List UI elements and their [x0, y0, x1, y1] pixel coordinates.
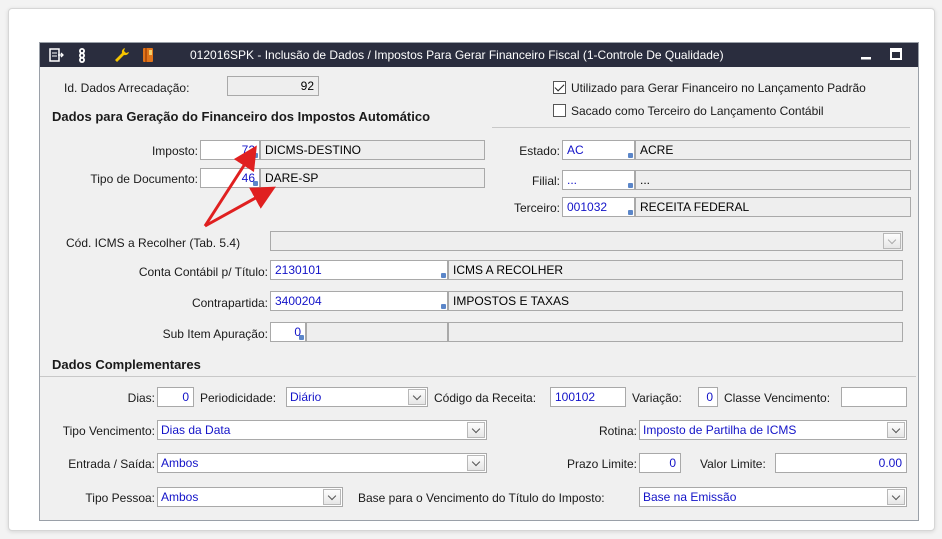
entrada-saida-select[interactable]: Ambos: [157, 453, 487, 473]
sub-item-label: Sub Item Apuração:: [162, 327, 268, 341]
terceiro-label: Terceiro:: [513, 201, 560, 215]
estado-label: Estado:: [519, 144, 560, 158]
sub-item-code-input[interactable]: 0: [270, 322, 306, 342]
tipo-vencimento-label: Tipo Vencimento:: [62, 424, 155, 438]
tipo-vencimento-value: Dias da Data: [161, 423, 231, 437]
variacao-label: Variação:: [632, 391, 682, 405]
tipo-documento-label: Tipo de Documento:: [90, 172, 198, 186]
codigo-receita-label: Código da Receita:: [434, 391, 537, 405]
contrapartida-desc-field: IMPOSTOS E TAXAS: [448, 291, 903, 311]
sub-item-desc-field: [306, 322, 448, 342]
title-bar: 012016SPK - Inclusão de Dados / Impostos…: [40, 43, 918, 67]
cod-icms-select: [270, 231, 903, 251]
terceiro-code-input[interactable]: 001032: [562, 197, 635, 217]
chevron-down-icon[interactable]: [323, 489, 341, 505]
section-title-geracao: Dados para Geração do Financeiro dos Imp…: [52, 109, 431, 124]
book-icon[interactable]: [140, 47, 156, 63]
entrada-saida-value: Ambos: [161, 456, 199, 470]
base-vencimento-label: Base para o Vencimento do Título do Impo…: [358, 491, 605, 505]
valor-limite-input[interactable]: 0.00: [775, 453, 907, 473]
maximize-icon[interactable]: [886, 46, 906, 64]
conta-contabil-label: Conta Contábil p/ Título:: [138, 265, 268, 279]
dias-label: Dias:: [127, 391, 155, 405]
conta-contabil-code-input[interactable]: 2130101: [270, 260, 448, 280]
contrapartida-code-input[interactable]: 3400204: [270, 291, 448, 311]
rotina-label: Rotina:: [598, 424, 637, 438]
chevron-down-icon: [883, 233, 901, 249]
tipo-pessoa-label: Tipo Pessoa:: [85, 491, 155, 505]
valor-limite-label: Valor Limite:: [700, 457, 766, 471]
estado-desc-field: ACRE: [635, 140, 911, 160]
screenshot-frame: 012016SPK - Inclusão de Dados / Impostos…: [8, 8, 935, 531]
section-title-complementares: Dados Complementares: [52, 357, 201, 372]
sub-item-extra-field: [448, 322, 903, 342]
periodicidade-label: Periodicidade:: [200, 391, 277, 405]
filial-desc-field: ...: [635, 170, 911, 190]
periodicidade-select[interactable]: Diário: [286, 387, 428, 407]
entrada-saida-label: Entrada / Saída:: [68, 457, 155, 471]
arrow-to-imposto: [203, 145, 257, 227]
dialog-window: 012016SPK - Inclusão de Dados / Impostos…: [39, 42, 919, 521]
filter-icon[interactable]: [74, 47, 90, 63]
filial-code-input[interactable]: ...: [562, 170, 635, 190]
chevron-down-icon[interactable]: [887, 422, 905, 438]
section-divider: [492, 127, 910, 128]
classe-vencimento-input[interactable]: [841, 387, 907, 407]
utilizado-checkbox[interactable]: [553, 81, 566, 94]
tipo-documento-desc-field: DARE-SP: [260, 168, 485, 188]
prazo-limite-input[interactable]: 0: [639, 453, 681, 473]
arrow-to-tipo-documento: [204, 186, 276, 228]
chevron-down-icon[interactable]: [467, 455, 485, 471]
classe-vencimento-label: Classe Vencimento:: [724, 391, 831, 405]
id-dados-field: 92: [227, 76, 319, 96]
estado-code-input[interactable]: AC: [562, 140, 635, 160]
sacado-label[interactable]: Sacado como Terceiro do Lançamento Contá…: [571, 104, 824, 118]
prazo-limite-label: Prazo Limite:: [566, 457, 637, 471]
utilizado-label[interactable]: Utilizado para Gerar Financeiro no Lança…: [571, 81, 866, 95]
tipo-pessoa-value: Ambos: [161, 490, 199, 504]
terceiro-desc-field: RECEITA FEDERAL: [635, 197, 911, 217]
minimize-icon[interactable]: [856, 46, 876, 64]
chevron-down-icon[interactable]: [887, 489, 905, 505]
cod-icms-label: Cód. ICMS a Recolher (Tab. 5.4): [66, 236, 241, 250]
base-vencimento-value: Base na Emissão: [643, 490, 737, 504]
tipo-pessoa-select[interactable]: Ambos: [157, 487, 343, 507]
chevron-down-icon[interactable]: [467, 422, 485, 438]
conta-contabil-desc-field: ICMS A RECOLHER: [448, 260, 903, 280]
chevron-down-icon[interactable]: [408, 389, 426, 405]
periodicidade-value: Diário: [290, 390, 322, 404]
imposto-desc-field: DICMS-DESTINO: [260, 140, 485, 160]
window-title: 012016SPK - Inclusão de Dados / Impostos…: [190, 48, 724, 62]
tipo-vencimento-select[interactable]: Dias da Data: [157, 420, 487, 440]
contrapartida-label: Contrapartida:: [191, 296, 268, 310]
variacao-input[interactable]: 0: [698, 387, 718, 407]
sacado-checkbox[interactable]: [553, 104, 566, 117]
section-divider: [40, 376, 916, 377]
id-dados-label: Id. Dados Arrecadação:: [64, 81, 190, 95]
export-icon[interactable]: [48, 47, 64, 63]
filial-label: Filial:: [531, 174, 560, 188]
imposto-label: Imposto:: [151, 144, 198, 158]
dias-input[interactable]: 0: [157, 387, 194, 407]
rotina-value: Imposto de Partilha de ICMS: [643, 423, 797, 437]
wrench-icon[interactable]: [114, 47, 130, 63]
base-vencimento-select[interactable]: Base na Emissão: [639, 487, 907, 507]
rotina-select[interactable]: Imposto de Partilha de ICMS: [639, 420, 907, 440]
imposto-code-input[interactable]: 72: [200, 140, 260, 160]
codigo-receita-input[interactable]: 100102: [550, 387, 626, 407]
tipo-documento-code-input[interactable]: 46: [200, 168, 260, 188]
